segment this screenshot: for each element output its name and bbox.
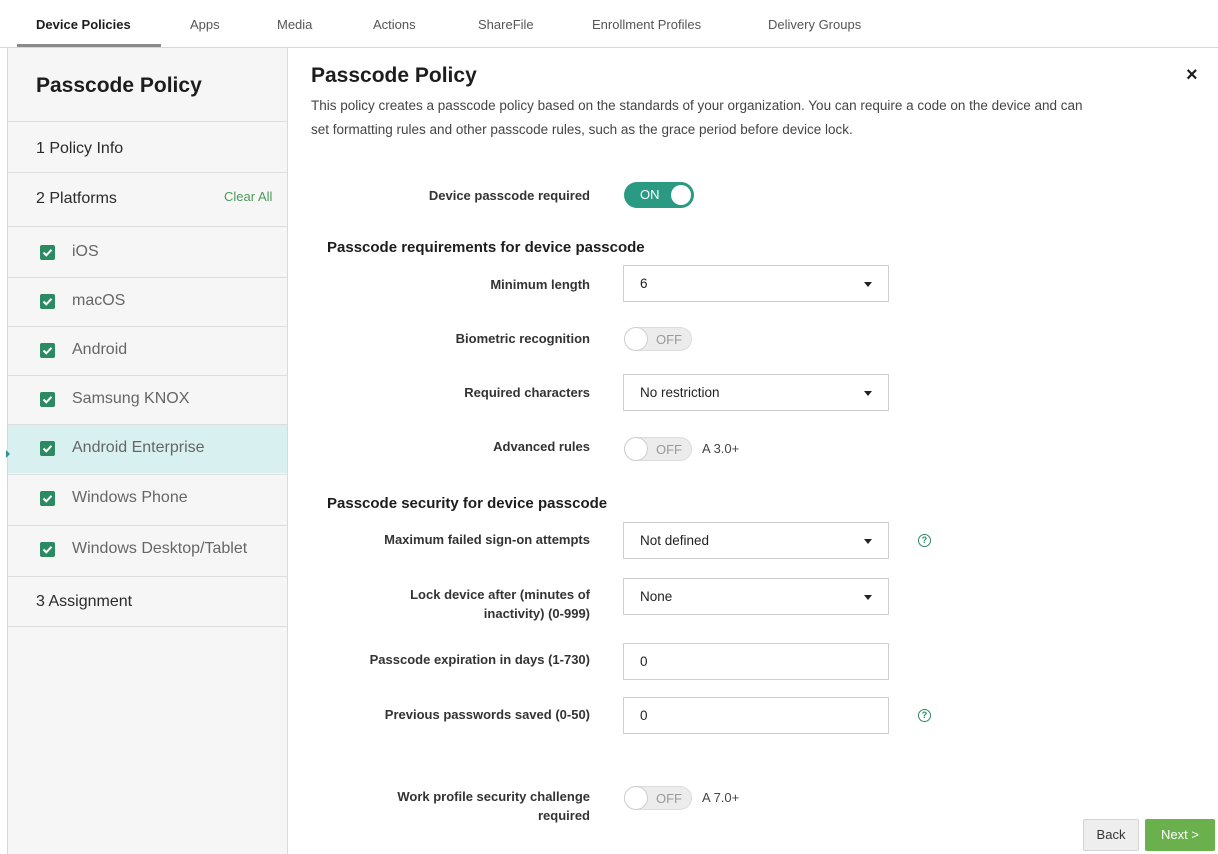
- step-platforms[interactable]: 2 Platforms: [36, 190, 117, 208]
- required-characters-label: Required characters: [464, 385, 590, 400]
- toggle-knob: [624, 437, 648, 461]
- platform-version-tag: A 7.0+: [702, 790, 740, 805]
- active-tab-indicator: [17, 44, 161, 47]
- tab-device-policies[interactable]: Device Policies: [36, 17, 131, 32]
- close-icon[interactable]: ×: [1186, 64, 1198, 87]
- checkbox-checked-icon[interactable]: [40, 441, 55, 456]
- checkbox-checked-icon[interactable]: [40, 542, 55, 557]
- minimum-length-label: Minimum length: [490, 277, 590, 292]
- tab-delivery-groups[interactable]: Delivery Groups: [768, 17, 861, 32]
- select-value: Not defined: [640, 533, 710, 548]
- sidebar-item-android-enterprise[interactable]: Android Enterprise: [8, 425, 287, 473]
- platform-label: Windows Phone: [72, 489, 188, 506]
- sidebar-title: Passcode Policy: [36, 74, 202, 97]
- label-line: inactivity) (0-999): [483, 606, 590, 621]
- device-passcode-required-toggle[interactable]: ON: [624, 182, 694, 208]
- label-line: Lock device after (minutes of: [410, 587, 590, 602]
- checkbox-checked-icon[interactable]: [40, 491, 55, 506]
- toggle-state: OFF: [656, 791, 682, 806]
- sidebar-item-macos[interactable]: macOS: [8, 278, 287, 326]
- platform-label: Windows Desktop/Tablet: [72, 540, 248, 557]
- page-title: Passcode Policy: [311, 64, 477, 87]
- divider: [8, 626, 287, 627]
- required-characters-select[interactable]: No restriction: [623, 374, 889, 411]
- next-button[interactable]: Next >: [1145, 819, 1215, 851]
- lock-device-after-select[interactable]: None: [623, 578, 889, 615]
- checkbox-checked-icon[interactable]: [40, 343, 55, 358]
- chevron-down-icon: [864, 595, 872, 600]
- advanced-rules-toggle[interactable]: OFF: [624, 437, 692, 461]
- step-assignment[interactable]: 3 Assignment: [36, 593, 132, 611]
- help-icon[interactable]: ?: [918, 709, 931, 722]
- sidebar-item-android[interactable]: Android: [8, 327, 287, 375]
- platform-label: Android: [72, 341, 128, 358]
- policy-description: This policy creates a passcode policy ba…: [311, 98, 1083, 137]
- section-title-requirements: Passcode requirements for device passcod…: [327, 239, 645, 256]
- checkbox-checked-icon[interactable]: [40, 294, 55, 309]
- divider: [8, 576, 287, 577]
- top-tab-bar: Device Policies Apps Media Actions Share…: [0, 0, 1218, 48]
- divider: [8, 172, 287, 173]
- passcode-expiration-label: Passcode expiration in days (1-730): [369, 652, 590, 667]
- tab-media[interactable]: Media: [277, 17, 312, 32]
- chevron-down-icon: [864, 282, 872, 287]
- tab-enrollment-profiles[interactable]: Enrollment Profiles: [592, 17, 701, 32]
- toggle-knob: [624, 786, 648, 810]
- toggle-state: OFF: [656, 442, 682, 457]
- passcode-expiration-input[interactable]: [623, 643, 889, 680]
- sidebar-item-windows-desktop-tablet[interactable]: Windows Desktop/Tablet: [8, 526, 287, 574]
- tab-sharefile[interactable]: ShareFile: [478, 17, 534, 32]
- select-value: None: [640, 589, 673, 604]
- minimum-length-select[interactable]: 6: [623, 265, 889, 302]
- work-profile-challenge-label: Work profile security challenge required: [290, 787, 590, 825]
- sidebar-item-samsung-knox[interactable]: Samsung KNOX: [8, 376, 287, 424]
- toggle-state: OFF: [656, 332, 682, 347]
- label-line: Work profile security challenge: [397, 789, 590, 804]
- platform-label: macOS: [72, 292, 126, 309]
- work-profile-challenge-toggle[interactable]: OFF: [624, 786, 692, 810]
- toggle-state: ON: [640, 187, 660, 202]
- platform-label: Samsung KNOX: [72, 390, 190, 407]
- toggle-knob: [671, 185, 691, 205]
- label-line: required: [537, 808, 590, 823]
- selected-row-pointer-icon: [6, 450, 10, 458]
- sidebar-item-ios[interactable]: iOS: [8, 229, 287, 277]
- checkbox-checked-icon[interactable]: [40, 392, 55, 407]
- chevron-down-icon: [864, 539, 872, 544]
- biometric-recognition-toggle[interactable]: OFF: [624, 327, 692, 351]
- lock-device-after-label: Lock device after (minutes of inactivity…: [290, 585, 590, 623]
- toggle-knob: [624, 327, 648, 351]
- tab-actions[interactable]: Actions: [373, 17, 416, 32]
- max-failed-attempts-select[interactable]: Not defined: [623, 522, 889, 559]
- biometric-recognition-label: Biometric recognition: [455, 331, 590, 346]
- tab-apps[interactable]: Apps: [190, 17, 220, 32]
- help-icon[interactable]: ?: [918, 534, 931, 547]
- step-policy-info[interactable]: 1 Policy Info: [36, 140, 123, 158]
- back-button[interactable]: Back: [1083, 819, 1139, 851]
- platform-label: Android Enterprise: [72, 439, 205, 456]
- section-title-security: Passcode security for device passcode: [327, 495, 608, 512]
- select-value: No restriction: [640, 385, 720, 400]
- sidebar-item-windows-phone[interactable]: Windows Phone: [8, 475, 287, 523]
- platform-version-tag: A 3.0+: [702, 441, 740, 456]
- previous-passwords-input[interactable]: [623, 697, 889, 734]
- max-failed-attempts-label: Maximum failed sign-on attempts: [384, 532, 590, 547]
- clear-all-link[interactable]: Clear All: [224, 189, 272, 204]
- advanced-rules-label: Advanced rules: [493, 439, 590, 454]
- checkbox-checked-icon[interactable]: [40, 245, 55, 260]
- divider: [8, 121, 287, 122]
- platform-label: iOS: [72, 243, 99, 260]
- wizard-sidebar: Passcode Policy 1 Policy Info 2 Platform…: [8, 48, 288, 854]
- chevron-down-icon: [864, 391, 872, 396]
- previous-passwords-label: Previous passwords saved (0-50): [384, 707, 590, 722]
- divider: [8, 226, 287, 227]
- device-passcode-required-label: Device passcode required: [428, 188, 590, 203]
- select-value: 6: [640, 276, 648, 291]
